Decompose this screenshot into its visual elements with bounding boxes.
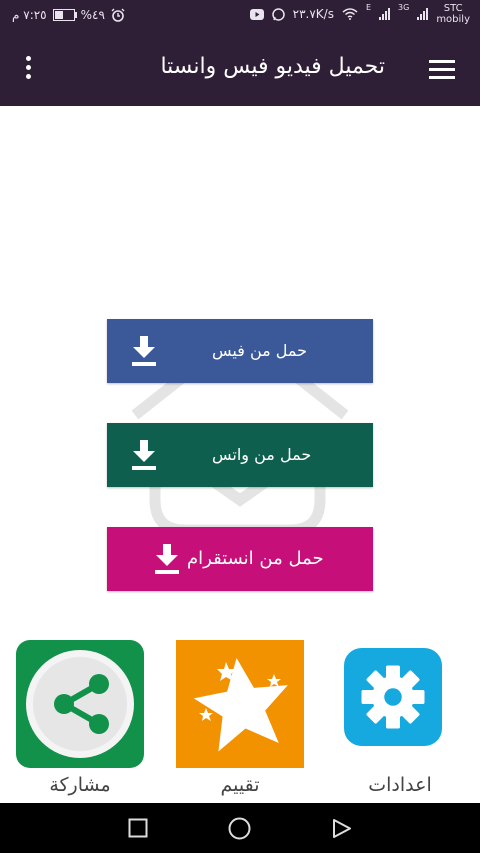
- share-label: مشاركة: [49, 774, 111, 796]
- whatsapp-status-icon: [271, 7, 285, 21]
- page-title: تحميل فيديو فيس وانستا: [160, 54, 385, 79]
- status-right: ٢٣.٧K/s E 3G STC mobily: [249, 3, 470, 25]
- download-facebook-button[interactable]: حمل من فيس: [107, 319, 373, 383]
- battery-percent: %٤٩: [80, 8, 105, 22]
- status-bar: ٧:٢٥ م %٤٩ ٢٣.٧K/s E 3G STC mobily: [0, 0, 480, 34]
- download-icon: [132, 440, 156, 470]
- status-left: ٧:٢٥ م %٤٩: [12, 8, 125, 22]
- signal-icon-2: [417, 8, 429, 20]
- carrier-label: STC mobily: [436, 3, 470, 25]
- battery-fill: [54, 11, 64, 19]
- carrier-name: STC: [443, 3, 463, 14]
- hamburger-menu-icon[interactable]: [429, 60, 455, 80]
- download-facebook-label: حمل من فيس: [212, 341, 308, 360]
- download-instagram-button[interactable]: حمل من انستقرام: [107, 527, 373, 591]
- share-tile[interactable]: [16, 640, 144, 772]
- triangle-back-icon[interactable]: [332, 818, 352, 839]
- status-time: ٧:٢٥ م: [12, 8, 47, 22]
- network-speed: ٢٣.٧K/s: [292, 7, 334, 21]
- download-icon: [132, 336, 156, 366]
- net-type-3g: 3G: [398, 3, 410, 12]
- gear-icon: [344, 648, 442, 746]
- download-instagram-label: حمل من انستقرام: [187, 548, 324, 569]
- circle-home-icon[interactable]: [228, 817, 251, 840]
- download-whatsapp-button[interactable]: حمل من واتس: [107, 423, 373, 487]
- share-icon: [16, 640, 144, 768]
- settings-label: اعدادات: [368, 774, 432, 796]
- system-nav-bar: [0, 803, 480, 853]
- carrier-sub: mobily: [436, 14, 470, 25]
- square-recents-icon[interactable]: [128, 818, 148, 838]
- app-bar: تحميل فيديو فيس وانستا: [0, 34, 480, 106]
- youtube-icon: [249, 8, 264, 20]
- alarm-icon: [111, 8, 125, 22]
- settings-tile[interactable]: [344, 640, 472, 764]
- signal-icon-1: [379, 8, 391, 20]
- rate-tile[interactable]: [176, 640, 304, 772]
- download-icon: [155, 544, 179, 574]
- battery-icon: [52, 9, 77, 21]
- download-whatsapp-label: حمل من واتس: [212, 445, 312, 464]
- net-type-e: E: [365, 3, 372, 12]
- more-vert-icon[interactable]: [22, 56, 34, 84]
- star-icon: [176, 640, 304, 768]
- rate-label: تقييم: [220, 774, 260, 796]
- wifi-icon: [342, 8, 358, 20]
